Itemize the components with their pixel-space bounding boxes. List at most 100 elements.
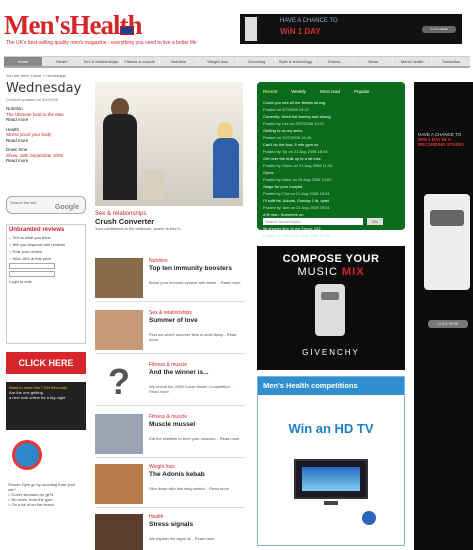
forum-search-button[interactable]: Go — [367, 218, 383, 225]
article-headline[interactable]: Stress signals — [149, 521, 244, 528]
forum-post-title[interactable]: A fit man. Summers on — [263, 212, 401, 217]
nav-item-nutrition[interactable]: Nutrition — [159, 57, 198, 66]
nav-item-sex-relationships[interactable]: Sex & relationships — [81, 57, 120, 66]
article-thumbnail[interactable] — [95, 258, 143, 298]
skyscraper-advert[interactable]: HAVE A CHANCE TO WIN 1 DAY IN A RECORDING… — [414, 82, 473, 550]
forum-post[interactable]: Stage for your bodyfat Posted by Cha on 2… — [263, 184, 401, 196]
gym-poll-option[interactable]: ○ On a lot of on the bench — [8, 502, 84, 507]
forum-tab-recent[interactable]: Recent — [263, 89, 277, 94]
article-thumbnail[interactable] — [95, 514, 143, 550]
poll-option[interactable]: ○ Post your review — [9, 249, 83, 254]
competitions-header[interactable]: Men's Health competitions — [258, 377, 404, 395]
article-kicker: Weight loss — [149, 464, 175, 470]
forum-post[interactable]: Can't do the tour, 5 min gym ok Posted by… — [263, 142, 401, 154]
click-here-button[interactable]: CLICK HERE — [6, 352, 86, 374]
article-headline[interactable]: The Adonis kebab — [149, 471, 244, 478]
poll-option[interactable]: ○ Who 18% at this price — [9, 256, 83, 261]
article-kicker: Fitness & muscle — [149, 362, 188, 368]
givenchy-advert[interactable]: COMPOSE YOUR MUSIC MIX GIVENCHY — [257, 246, 405, 370]
reviews-poll: Unbranded reviews ○ Tell us what you thi… — [6, 224, 86, 344]
forum-post-title[interactable]: Gyms — [263, 170, 401, 175]
forum-post[interactable]: Currently: Need flat tummy and strong Pos… — [263, 114, 401, 126]
forum-post-title[interactable]: Get over the bulk up to a fat loss — [263, 156, 401, 161]
sky-ad-button[interactable]: CLICK HERE — [428, 320, 468, 328]
article-headline[interactable]: Summer of love — [149, 317, 244, 324]
top-ad-line1: HAVE A CHANCE TO — [280, 18, 338, 24]
article-item[interactable]: Sex & relationships Summer of love Find … — [95, 310, 245, 354]
chair-shape — [143, 170, 163, 200]
left-news-item[interactable]: Nutrition The Ultimate food to the Max R… — [6, 106, 86, 123]
site-search-box[interactable]: Search the site Google — [6, 196, 86, 214]
article-headline[interactable]: Top ten immunity boosters — [149, 265, 244, 272]
poll-badge-icon — [12, 440, 42, 470]
poll-password-field[interactable] — [9, 271, 55, 277]
poll-option[interactable]: ○ Will you respond with reviews — [9, 242, 83, 247]
poll-username-field[interactable] — [9, 263, 55, 269]
read-more-link[interactable]: Read more — [6, 117, 86, 123]
competitions-panel[interactable]: Men's Health competitions Win an HD TV — [257, 376, 405, 546]
nav-item-fitness[interactable]: Fitness & muscle — [120, 57, 159, 66]
google-search-button[interactable]: Google — [55, 204, 79, 211]
forum-search-input[interactable]: Search forum topics — [263, 218, 363, 225]
nav-item-weight-loss[interactable]: Weight loss — [198, 57, 237, 66]
article-headline[interactable]: And the winner is... — [149, 369, 244, 376]
forum-post[interactable]: Could you see all the fitness strong Post… — [263, 100, 401, 112]
nav-item-events[interactable]: Events — [315, 57, 354, 66]
main-navigation: Home Health Sex & relationships Fitness … — [4, 56, 471, 68]
article-desc: Boost your immune system with these... R… — [149, 280, 241, 285]
article-item[interactable]: Nutrition Top ten immunity boosters Boos… — [95, 258, 245, 302]
forum-post-title[interactable]: Its shower shy. In my Trevor 123 — [263, 226, 401, 231]
forum-post-title[interactable]: Stage for your bodyfat — [263, 184, 401, 189]
promo-dark-box[interactable]: Want to meet him? Get this body Are the … — [6, 382, 86, 430]
poll-option[interactable]: ○ Tell us what you think — [9, 235, 83, 240]
read-more-link[interactable]: Read more — [6, 158, 86, 164]
article-headline[interactable]: Muscle mussel — [149, 421, 244, 428]
forum-post[interactable]: Gyms Posted by Dave on 19 Aug 2008 12:00 — [263, 170, 401, 182]
left-news-item[interactable]: Health Stress proof your body Read more — [6, 127, 86, 144]
forum-tab-weekly[interactable]: Weekly — [291, 89, 306, 94]
forum-post[interactable]: Its shower shy. In my Trevor 123 Posted b… — [263, 226, 401, 238]
left-news-list: Nutrition The Ultimate food to the Max R… — [6, 106, 86, 168]
article-kicker: Fitness & muscle — [149, 414, 188, 420]
article-item[interactable]: Weight loss The Adonis kebab Slim down w… — [95, 464, 245, 508]
read-more-link[interactable]: Read more — [6, 138, 86, 144]
article-desc: We reveal the 2008 Cover Model Competiti… — [149, 384, 234, 394]
feature-image[interactable] — [95, 82, 243, 206]
article-thumbnail[interactable] — [95, 464, 143, 504]
nav-item-news[interactable]: News — [354, 57, 393, 66]
nav-item-home[interactable]: Home — [4, 57, 42, 66]
forum-post[interactable]: Getting to do my arms Posted on 20/7/2008… — [263, 128, 401, 140]
forum-post[interactable]: Get over the bulk up to a fat loss Posted… — [263, 156, 401, 168]
brand-logo-icon — [362, 511, 376, 525]
nav-item-subscribe[interactable]: Subscribe — [432, 57, 471, 66]
article-item[interactable]: ? Fitness & muscle And the winner is... … — [95, 362, 245, 406]
article-item[interactable]: Fitness & muscle Muscle mussel Eat the s… — [95, 414, 245, 458]
nav-item-mens-health[interactable]: Men's health — [393, 57, 432, 66]
forum-post-title[interactable]: Can't do the tour, 5 min gym ok — [263, 142, 401, 147]
forum-post-title[interactable]: Getting to do my arms — [263, 128, 401, 133]
nav-item-style-tech[interactable]: Style & technology — [276, 57, 315, 66]
forum-post[interactable]: I'll shift fat, Adonis, Sunday 1 lb, qui… — [263, 198, 401, 210]
nav-item-health[interactable]: Health — [42, 57, 81, 66]
forum-tab-popular[interactable]: Popular — [354, 89, 370, 94]
article-thumbnail[interactable] — [95, 310, 143, 350]
feature-caption: Sex & relationships Crush Converter Your… — [95, 211, 245, 231]
article-item[interactable]: Health Stress signals We explain the sig… — [95, 514, 245, 550]
article-kicker: Nutrition — [149, 258, 168, 264]
poll-login-link[interactable]: Login to vote — [9, 279, 83, 284]
forum-post-meta: Posted on 20/7/2008 16:45 — [263, 135, 312, 140]
article-thumbnail[interactable] — [95, 414, 143, 454]
forum-post-title[interactable]: I'll shift fat, Adonis, Sunday 1 lb, qui… — [263, 198, 401, 203]
question-mark-icon[interactable]: ? — [95, 362, 143, 402]
gym-poll: Should Gym go by shooting from your car?… — [6, 438, 86, 550]
feature-headline[interactable]: Crush Converter — [95, 217, 245, 226]
forum-post-title[interactable]: Could you see all the fitness strong — [263, 100, 401, 105]
nav-item-grooming[interactable]: Grooming — [237, 57, 276, 66]
competition-headline[interactable]: Win an HD TV — [258, 421, 404, 436]
promo-line3: a new look online for a big night — [9, 395, 66, 400]
forum-tab-most-read[interactable]: Most read — [320, 89, 340, 94]
left-news-item[interactable]: Down time Show: 18th September 2008 Read… — [6, 147, 86, 164]
top-ad-button[interactable]: CLICK HERE — [422, 26, 456, 33]
top-advert-banner[interactable]: HAVE A CHANCE TO Wı̇N 1 DAY CLICK HERE — [240, 14, 462, 44]
forum-post-title[interactable]: Currently: Need flat tummy and strong — [263, 114, 401, 119]
